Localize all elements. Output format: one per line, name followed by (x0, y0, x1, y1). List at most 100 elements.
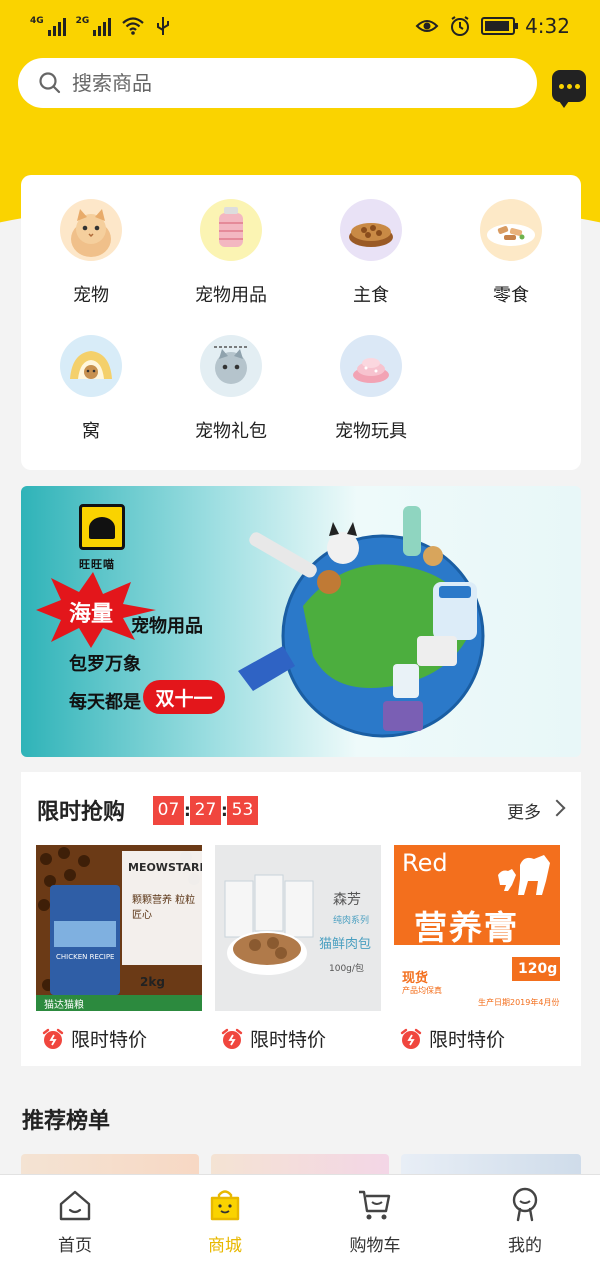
promo-banner[interactable]: 旺旺喵 海量 宠物用品 包罗万象 每天都是 双十一 (21, 486, 581, 757)
pet-toy-icon (340, 335, 402, 397)
category-label: 宠物 (73, 285, 109, 306)
countdown-seconds: 53 (227, 796, 258, 825)
search-bar[interactable] (18, 58, 537, 108)
category-label: 宠物用品 (195, 285, 267, 306)
product-weight: 120g (518, 961, 558, 977)
tab-label: 购物车 (349, 1236, 401, 1256)
product-brand-text: 森芳 (333, 892, 361, 908)
tab-shop[interactable]: 商城 (150, 1175, 300, 1267)
snack-icon (480, 199, 542, 261)
category-pet[interactable]: 宠物 (21, 199, 161, 307)
signal-4g-icon: 4G (30, 16, 66, 36)
product-footer-text: 猫达猫粮 (44, 1000, 84, 1011)
cat-icon (60, 199, 122, 261)
chevron-right-icon[interactable] (548, 799, 566, 817)
product-card-3[interactable]: Red 营养膏 120g 现货 产品均保真 生产日期2019年4月份 (394, 845, 560, 1011)
tab-cart[interactable]: 购物车 (300, 1175, 450, 1267)
tab-label: 商城 (208, 1236, 242, 1256)
product-name: 营养膏 (414, 908, 519, 947)
product-tag-label: 限时特价 (250, 1029, 327, 1051)
network-label-2: 2G (75, 16, 90, 26)
status-time: 4:32 (525, 14, 570, 38)
recommend-title: 推荐榜单 (22, 1109, 111, 1134)
pet-bed-icon (60, 335, 122, 397)
eye-icon (415, 20, 439, 32)
recommend-card-3[interactable] (401, 1154, 581, 1174)
category-pet-toy[interactable]: 宠物玩具 (301, 335, 441, 443)
signal-2g-icon: 2G (76, 16, 112, 36)
product-name: 猫鲜肉包 (319, 937, 372, 952)
category-staple-food[interactable]: 主食 (301, 199, 441, 307)
bottom-tab-bar: 首页 商城 购物车 我的 (0, 1174, 600, 1267)
countdown-minutes: 27 (190, 796, 221, 825)
product-series: 纯肉系列 (333, 916, 370, 926)
product-brand-text: MEOWSTARD (128, 861, 202, 874)
product-tag-2: 限时特价 (220, 1025, 326, 1052)
product-sub-text: 颗颗营养 粒粒匠心 (132, 895, 196, 921)
banner-line3: 每天都是 (69, 692, 141, 713)
product-tag-label: 限时特价 (429, 1029, 506, 1051)
tab-home[interactable]: 首页 (0, 1175, 150, 1267)
search-icon (39, 72, 61, 94)
alarm-icon (451, 16, 470, 36)
pet-food-icon (340, 199, 402, 261)
product-tag-label: 限时特价 (71, 1029, 148, 1051)
category-label: 宠物玩具 (335, 421, 407, 442)
product-note3: 生产日期2019年4月份 (478, 998, 560, 1007)
alarm-clock-icon (42, 1028, 64, 1049)
category-label: 宠物礼包 (195, 421, 267, 442)
countdown-timer: 07 : 27 : 53 (153, 796, 258, 825)
tab-profile[interactable]: 我的 (450, 1175, 600, 1267)
brand-logo-icon (79, 504, 125, 550)
status-bar: 4G 2G 4:32 (0, 0, 600, 52)
banner-line3-badge: 双十一 (143, 680, 225, 714)
product-note: 现货 (402, 971, 429, 986)
product-brand-text: Red (402, 849, 448, 877)
battery-icon (481, 17, 519, 35)
usb-icon (157, 17, 170, 35)
flash-sale-section: 限时抢购 07 : 27 : 53 更多 MEOWSTARD 颗颗营养 粒粒匠心… (21, 772, 581, 1066)
alarm-clock-icon (400, 1028, 422, 1049)
chat-bubble-icon[interactable] (552, 70, 586, 108)
product-card-1[interactable]: MEOWSTARD 颗颗营养 粒粒匠心 CHICKEN RECIPE 猫达猫粮 … (36, 845, 202, 1011)
product-bag-text: CHICKEN RECIPE (56, 953, 115, 961)
product-weight: 2kg (140, 975, 165, 989)
flash-sale-title: 限时抢购 (37, 800, 126, 825)
category-grid: 宠物 宠物用品 主食 零食 窝 宠物礼包 宠物玩具 (21, 175, 581, 470)
banner-line1: 宠物用品 (131, 616, 203, 637)
alarm-clock-icon (221, 1028, 243, 1049)
category-pet-supplies[interactable]: 宠物用品 (161, 199, 301, 307)
profile-icon (512, 1187, 538, 1222)
status-left: 4G 2G (30, 15, 171, 37)
product-tag-1: 限时特价 (41, 1025, 147, 1052)
cart-icon (359, 1190, 391, 1220)
shop-bag-icon (210, 1190, 240, 1221)
pet-supplies-icon (200, 199, 262, 261)
product-tag-3: 限时特价 (399, 1025, 505, 1052)
banner-burst-text: 海量 (69, 602, 114, 627)
product-weight: 100g/包 (329, 964, 364, 974)
tab-label: 我的 (508, 1236, 542, 1256)
category-gift-pack[interactable]: 宠物礼包 (161, 335, 301, 443)
network-label-1: 4G (30, 16, 44, 26)
gift-pack-icon (200, 335, 262, 397)
recommend-card-2[interactable] (211, 1154, 389, 1174)
globe-products-illustration (238, 506, 485, 738)
category-label: 主食 (353, 285, 389, 306)
search-input[interactable] (72, 71, 492, 95)
tab-label: 首页 (58, 1236, 92, 1256)
wifi-icon (122, 17, 145, 35)
product-image-cat-meat (215, 845, 381, 1011)
category-snack[interactable]: 零食 (441, 199, 581, 307)
category-label: 零食 (493, 285, 529, 306)
home-icon (59, 1190, 91, 1221)
status-right: 4:32 (415, 14, 570, 38)
product-card-2[interactable]: 森芳 纯肉系列 猫鲜肉包 100g/包 (215, 845, 381, 1011)
category-pet-bed[interactable]: 窝 (21, 335, 161, 443)
more-link[interactable]: 更多 (507, 798, 541, 823)
banner-line2: 包罗万象 (69, 654, 141, 675)
category-label: 窝 (82, 421, 100, 442)
product-note2: 产品均保真 (402, 986, 442, 995)
countdown-hours: 07 (153, 796, 184, 825)
recommend-card-1[interactable] (21, 1154, 199, 1174)
